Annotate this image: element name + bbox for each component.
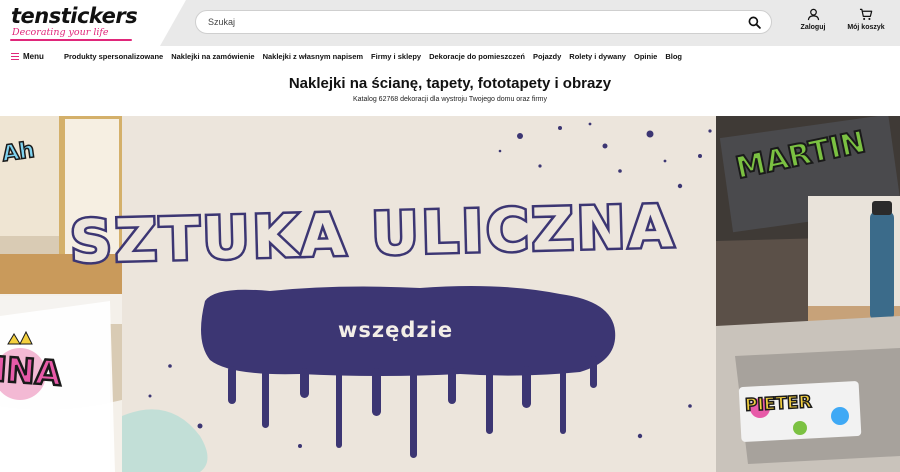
site-header: tenstickers Decorating your life Zaloguj…	[0, 0, 900, 46]
menu-button[interactable]: Menu	[11, 52, 44, 61]
page-title: Naklejki na ścianę, tapety, fototapety i…	[288, 75, 612, 92]
logo-wordmark: tenstickers	[11, 4, 138, 28]
sticker-pieter: PIETER	[744, 392, 813, 417]
banner-tagline: wszędzie	[338, 318, 454, 342]
sticker-ina: INA	[0, 348, 64, 395]
cart-button[interactable]: Mój koszyk	[841, 8, 891, 38]
search-input[interactable]	[208, 14, 728, 30]
menu-label: Menu	[23, 52, 44, 61]
cart-icon	[859, 8, 873, 20]
login-label: Zaloguj	[800, 24, 826, 31]
nav-items: Produkty spersonalizowane Naklejki na za…	[64, 52, 690, 61]
nav-item-produkty-spersonalizowane[interactable]: Produkty spersonalizowane	[64, 52, 163, 61]
nav-item-naklejki-na-zamowienie[interactable]: Naklejki na zamówienie	[171, 52, 254, 61]
nav-item-blog[interactable]: Blog	[665, 52, 682, 61]
cart-label: Mój koszyk	[847, 24, 885, 31]
logo-tagline: Decorating your life	[12, 27, 109, 38]
user-icon	[807, 8, 819, 21]
nav-item-rolety-i-dywany[interactable]: Rolety i dywany	[569, 52, 626, 61]
page-subtitle: Katalog 62768 dekoracji dla wystroju Two…	[352, 96, 548, 103]
login-button[interactable]: Zaloguj	[788, 8, 838, 38]
logo-underline	[10, 39, 132, 41]
main-nav: Menu Produkty spersonalizowane Naklejki …	[0, 46, 900, 68]
sticker-ah: Ah	[0, 137, 37, 168]
nav-item-firmy-i-sklepy[interactable]: Firmy i sklepy	[371, 52, 421, 61]
logo[interactable]: tenstickers Decorating your life	[0, 0, 186, 46]
nav-item-pojazdy[interactable]: Pojazdy	[533, 52, 561, 61]
hamburger-icon	[11, 53, 19, 60]
search-bar	[195, 10, 772, 34]
search-icon[interactable]	[748, 16, 761, 29]
nav-item-dekoracje[interactable]: Dekoracje do pomieszczeń	[429, 52, 525, 61]
nav-item-naklejki-z-napisem[interactable]: Naklejki z własnym napisem	[263, 52, 363, 61]
hero-banner[interactable]: SZTUKA ULICZNA wszędzie MARTIN PIETER IN…	[0, 116, 900, 472]
nav-item-opinie[interactable]: Opinie	[634, 52, 657, 61]
